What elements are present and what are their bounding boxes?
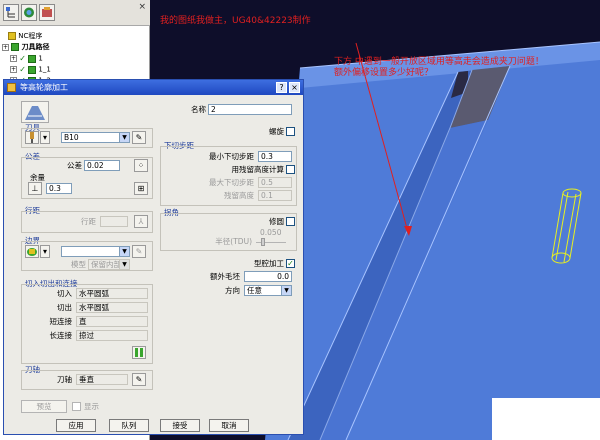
close-button[interactable]: ×: [289, 82, 300, 93]
display-label: 显示: [84, 402, 99, 411]
tree-node-toolpath-group[interactable]: + 刀具路径: [2, 42, 49, 53]
apply-button[interactable]: 应用: [56, 419, 96, 432]
accept-button[interactable]: 接受: [160, 419, 200, 432]
direction-label: 方向: [225, 286, 240, 295]
tree-node-op-1_1[interactable]: + ✓ 1_1: [10, 64, 51, 75]
strategy-image: [21, 101, 49, 123]
chevron-down-icon: ▼: [281, 286, 291, 295]
spiral-checkbox[interactable]: [286, 127, 295, 136]
axis-value: 垂直: [76, 374, 128, 385]
tool-type-dropdown-icon[interactable]: ▾: [40, 131, 50, 144]
queue-button[interactable]: 队列: [109, 419, 149, 432]
boundary-select[interactable]: ▼: [61, 246, 130, 257]
annotation-line-1: 下方 中遇到一般开放区域用等高走会造成夹刀问题！: [334, 57, 544, 67]
name-label: 名称: [191, 105, 206, 114]
tree-node-op-1[interactable]: + ✓ 1: [10, 53, 43, 64]
long-link-value: 掠过: [76, 330, 148, 341]
navigator-close-button[interactable]: ×: [138, 2, 146, 12]
scallop-label: 用残留高度计算: [231, 165, 285, 174]
tree-node-label: NC程序: [18, 32, 43, 40]
expander-icon[interactable]: +: [2, 43, 9, 51]
radius-slider-thumb[interactable]: [261, 238, 265, 246]
tool-select[interactable]: B10 ▼: [61, 132, 130, 143]
tolerance-input[interactable]: 0.02: [84, 160, 120, 171]
display-checkbox[interactable]: [72, 402, 81, 411]
chevron-down-icon: ▼: [119, 260, 129, 269]
part-navigator-tab[interactable]: [39, 4, 55, 21]
cancel-button[interactable]: 取消: [209, 419, 249, 432]
tree-node-label: 刀具路径: [21, 43, 50, 51]
tolerance-options-icon[interactable]: ⁘: [134, 159, 148, 172]
long-link-label: 长连接: [49, 331, 73, 340]
cusp-height-label: 残留高度: [224, 191, 254, 200]
tree-node-label: 1: [38, 54, 43, 63]
operation-icon: [28, 65, 37, 74]
short-link-label: 短连接: [49, 317, 73, 326]
dialog-app-icon: [7, 83, 16, 92]
axis-label: 刀轴: [57, 375, 72, 384]
cusp-height-input[interactable]: 0.1: [258, 190, 292, 201]
allowance-input[interactable]: 0.3: [46, 183, 72, 194]
lead-out-value: 水平圆弧: [76, 302, 148, 313]
model-select[interactable]: 保留内部 ▼: [88, 259, 130, 270]
resource-bar-tab[interactable]: [21, 4, 37, 21]
toolpath-dialog: 等高轮廓加工 ? × 名称 2 刀具 ▾ B10 ▼ ✎ 公差 公差 0.02 …: [3, 79, 304, 435]
navigator-tabs: ×: [0, 0, 150, 26]
radius-label: 半径(TDU): [215, 237, 252, 246]
min-stepdown-input[interactable]: 0.3: [258, 151, 292, 162]
component-allowance-icon[interactable]: ⊞: [134, 182, 148, 195]
extra-offset-label: 额外毛坯: [210, 272, 240, 281]
lead-in-value: 水平圆弧: [76, 288, 148, 299]
max-stepdown-input[interactable]: 0.5: [258, 177, 292, 188]
boundary-type-icon[interactable]: [25, 245, 39, 258]
checkmark-icon: ✓: [19, 54, 26, 63]
links-edit-icon[interactable]: [132, 346, 146, 359]
radius-value: 0.050: [260, 228, 282, 237]
scallop-checkbox[interactable]: [286, 165, 295, 174]
boundary-edit-icon[interactable]: ✎: [132, 245, 146, 258]
operation-icon: [28, 54, 37, 63]
operation-navigator-tab[interactable]: [3, 4, 19, 21]
spiral-label: 螺旋: [269, 127, 284, 136]
allowance-icon[interactable]: ⊥: [28, 182, 42, 195]
blank-region: [492, 398, 600, 440]
lead-in-label: 切入: [57, 289, 72, 298]
model-label: 模型: [71, 260, 86, 269]
checkmark-icon: ✓: [19, 65, 26, 74]
annotation-line-2: 额外偏移设置多少好呢？: [334, 68, 434, 78]
stepover-label: 行距: [81, 217, 96, 226]
axis-edit-icon[interactable]: ✎: [132, 373, 146, 386]
lead-out-label: 切出: [57, 303, 72, 312]
flat-machining-checkbox[interactable]: ✓: [286, 259, 295, 268]
pencil-icon[interactable]: ✎: [132, 131, 146, 144]
chevron-down-icon: ▼: [119, 133, 129, 142]
extra-offset-input[interactable]: 0.0: [244, 271, 292, 282]
chevron-down-icon: ▼: [119, 247, 129, 256]
short-link-value: 直: [76, 316, 148, 327]
stepover-input[interactable]: [100, 216, 128, 227]
stepover-link-icon[interactable]: ⅄: [134, 215, 148, 228]
dialog-titlebar[interactable]: 等高轮廓加工 ? ×: [4, 80, 303, 95]
tolerance-label: 公差: [67, 161, 82, 170]
direction-select[interactable]: 任意 ▼: [244, 285, 292, 296]
help-button[interactable]: ?: [276, 82, 287, 93]
author-note: 我的图纸我做主，UG40&42223制作: [160, 16, 311, 26]
preview-button[interactable]: 预览: [21, 400, 67, 413]
rounding-checkbox[interactable]: [286, 217, 295, 226]
rounding-label: 修圆: [269, 217, 284, 226]
nc-program-icon: [8, 32, 16, 40]
name-input[interactable]: 2: [208, 104, 292, 115]
tree-node-label: 1_1: [38, 65, 51, 74]
tool-type-icon[interactable]: [25, 131, 39, 144]
min-stepdown-label: 最小下切步距: [209, 152, 254, 161]
max-stepdown-label: 最大下切步距: [209, 178, 254, 187]
expander-icon[interactable]: +: [10, 66, 17, 73]
toolpath-group-icon: [11, 43, 20, 51]
flat-machining-label: 型腔加工: [254, 259, 284, 268]
tree-node-nc-program[interactable]: NC程序: [8, 31, 42, 42]
dialog-title: 等高轮廓加工: [20, 83, 68, 92]
boundary-type-dropdown-icon[interactable]: ▾: [40, 245, 50, 258]
expander-icon[interactable]: +: [10, 55, 17, 62]
